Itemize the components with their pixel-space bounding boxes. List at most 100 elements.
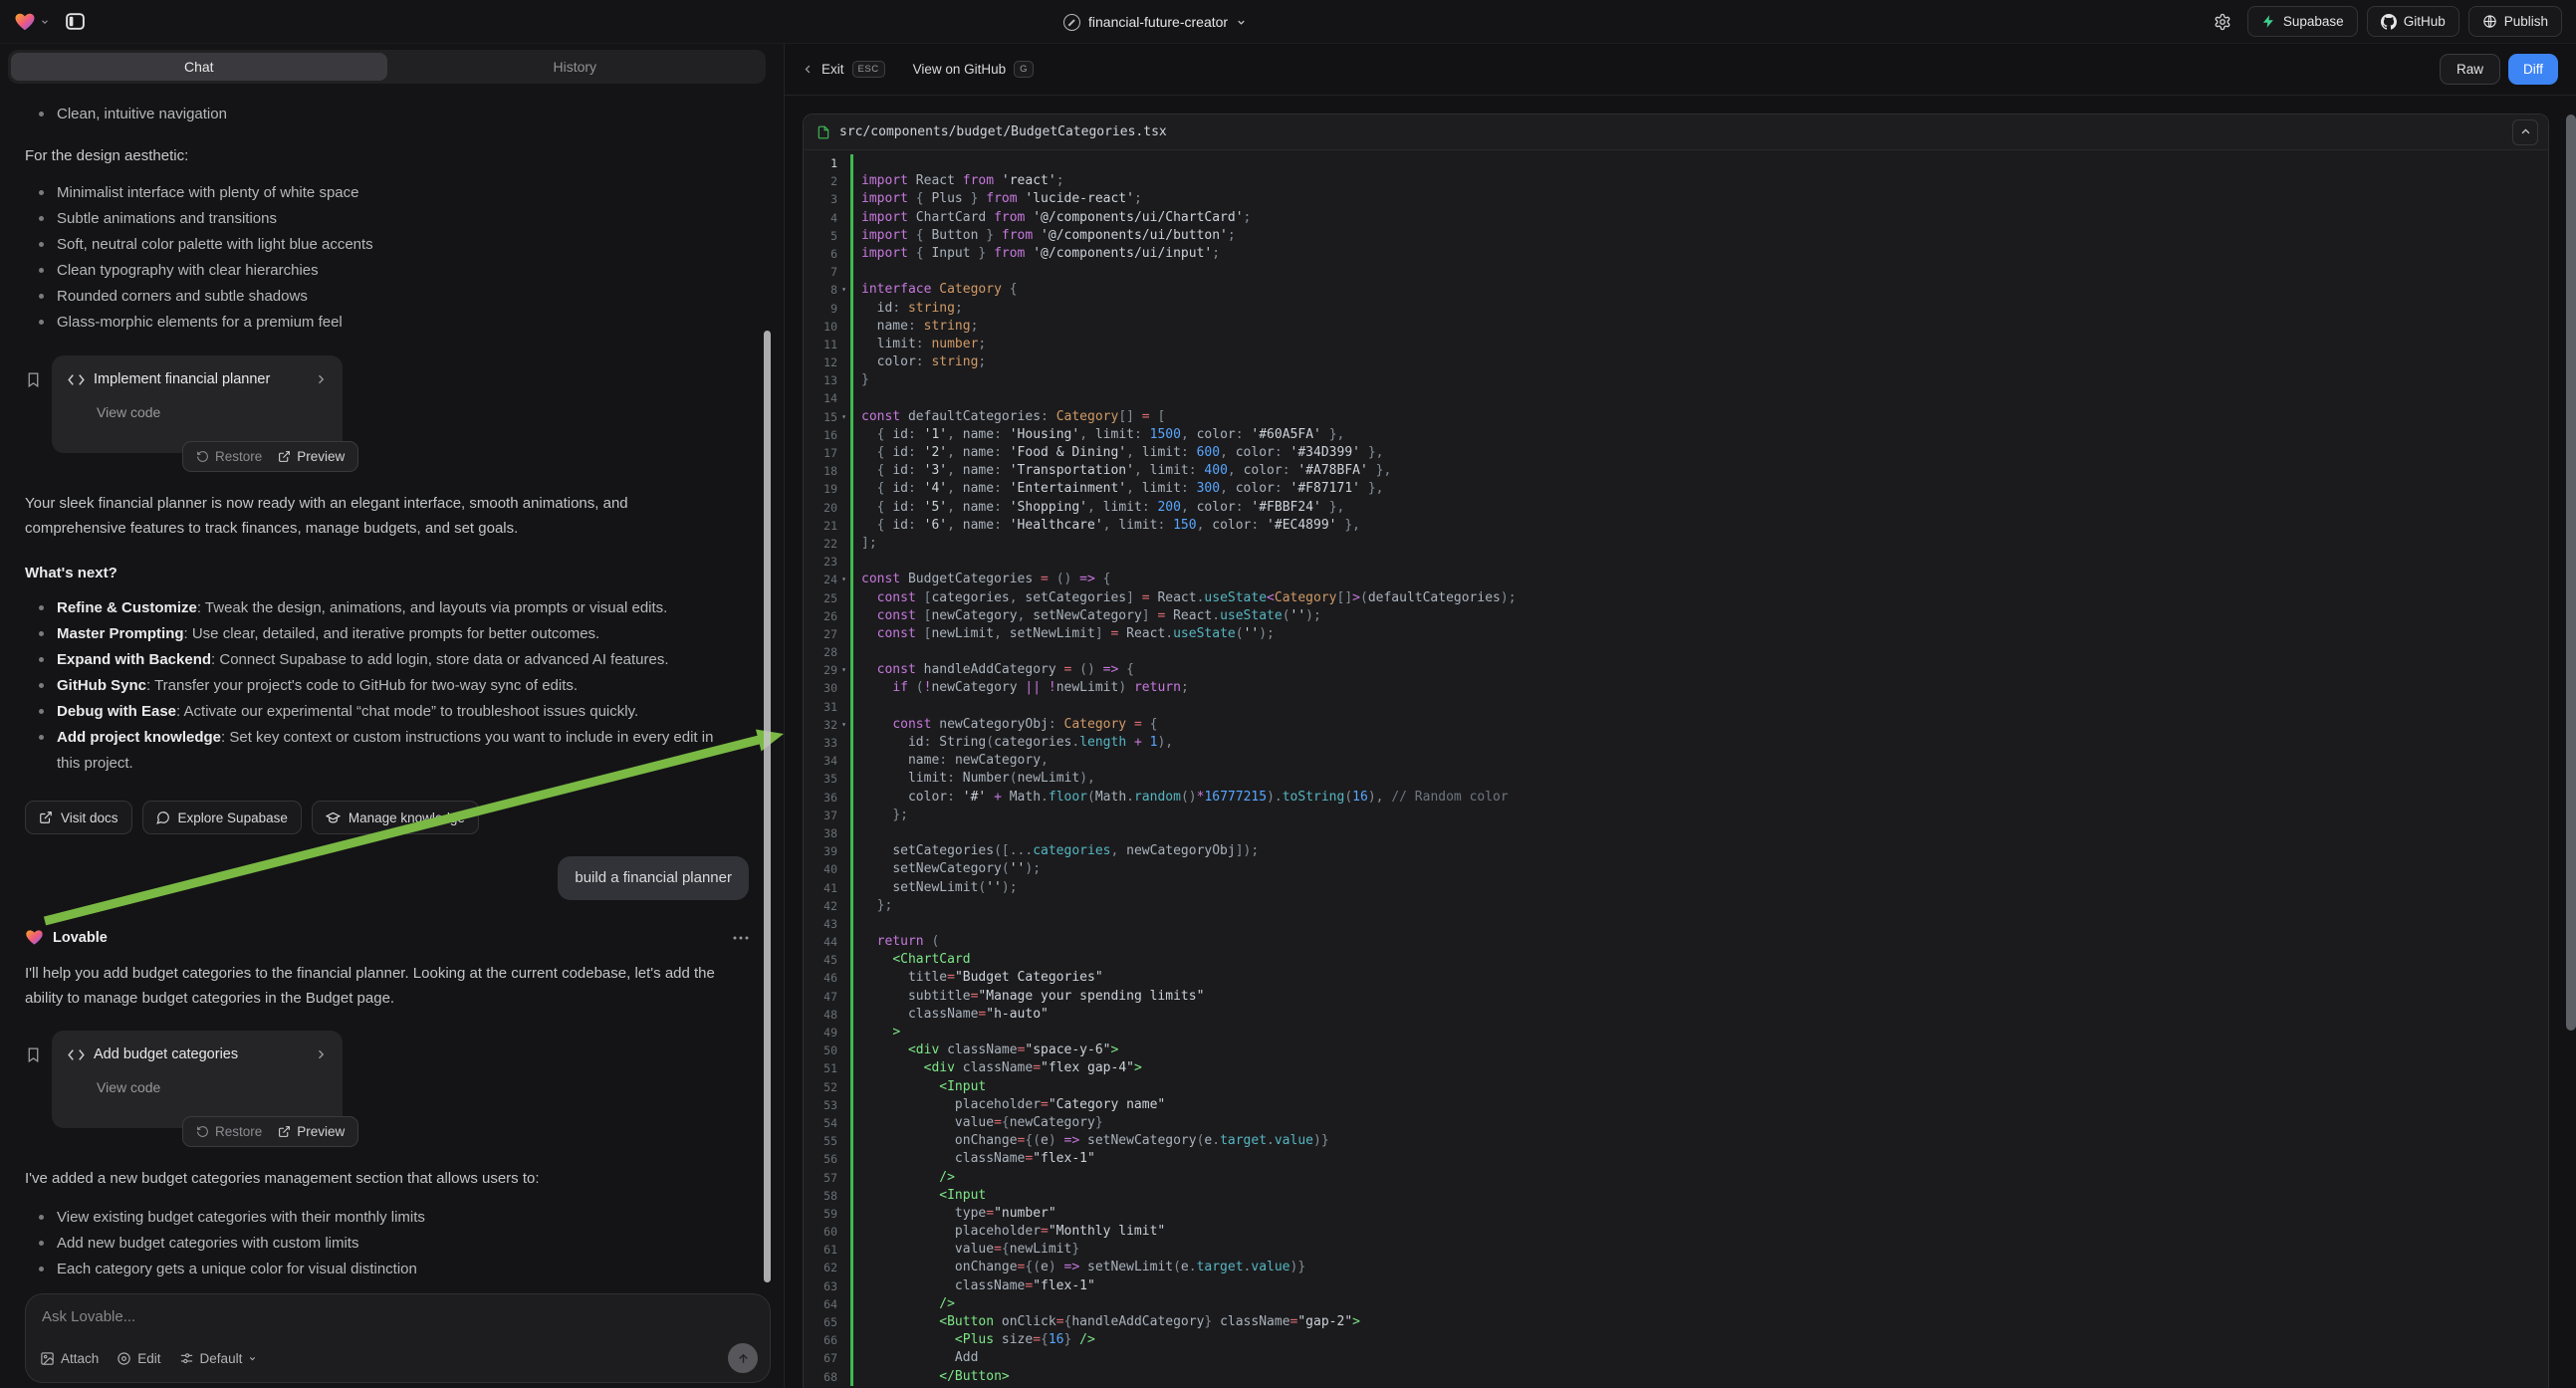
code-line: 40 setNewCategory(''); — [804, 860, 2548, 878]
fold-gutter — [837, 245, 850, 263]
fold-chevron-icon[interactable]: ▾ — [837, 661, 850, 679]
visit-docs-button[interactable]: Visit docs — [25, 801, 132, 834]
code-line: 45 <ChartCard — [804, 951, 2548, 969]
g-kbd: G — [1014, 61, 1034, 78]
fold-gutter — [837, 336, 850, 353]
version-card[interactable]: Implement financial planner View code — [52, 355, 343, 453]
chat-scrollbar[interactable] — [764, 331, 771, 1282]
chat-history-tabs: Chat History — [8, 50, 766, 84]
list-item: GitHub Sync: Transfer your project's cod… — [25, 673, 749, 699]
manage-knowledge-button[interactable]: Manage knowledge — [312, 801, 479, 834]
publish-button[interactable]: Publish — [2468, 6, 2562, 37]
bookmark-icon[interactable] — [25, 371, 42, 388]
fold-chevron-icon[interactable]: ▾ — [837, 716, 850, 734]
attach-button[interactable]: Attach — [40, 1351, 99, 1366]
chevron-down-icon — [1236, 17, 1247, 28]
file-added-icon — [817, 125, 830, 139]
topbar: financial-future-creator Supabase GitHub… — [0, 0, 2576, 44]
code-line: 67 Add — [804, 1349, 2548, 1367]
code-scrollbar[interactable] — [2566, 115, 2576, 1031]
fold-gutter — [837, 426, 850, 444]
preview-button[interactable]: Preview — [278, 449, 345, 464]
file-card-header[interactable]: src/components/budget/BudgetCategories.t… — [804, 115, 2548, 150]
view-code-link[interactable]: View code — [97, 1079, 327, 1095]
fold-chevron-icon[interactable]: ▾ — [837, 408, 850, 426]
tab-history[interactable]: History — [387, 53, 764, 81]
restore-button[interactable]: Restore — [196, 1124, 262, 1139]
code-line: 11 limit: number; — [804, 336, 2548, 353]
bookmark-icon[interactable] — [25, 1046, 42, 1063]
chevron-down-icon — [40, 17, 50, 27]
fold-gutter — [837, 643, 850, 661]
code-line: 8▾interface Category { — [804, 281, 2548, 299]
chat-scroll-area[interactable]: Clean, intuitive navigation For the desi… — [0, 90, 784, 1286]
code-line: 59 type="number" — [804, 1205, 2548, 1223]
code-line: 34 name: newCategory, — [804, 752, 2548, 770]
tab-chat[interactable]: Chat — [11, 53, 387, 81]
design-heading: For the design aesthetic: — [25, 147, 749, 164]
list-item: Glass-morphic elements for a premium fee… — [25, 310, 749, 336]
more-options-icon[interactable] — [733, 936, 749, 940]
mode-selector[interactable]: Default — [179, 1351, 258, 1366]
assistant-header: Lovable — [25, 928, 749, 947]
raw-button[interactable]: Raw — [2440, 54, 2500, 85]
preview-button[interactable]: Preview — [278, 1124, 345, 1139]
edit-button[interactable]: Edit — [117, 1351, 160, 1366]
project-name: financial-future-creator — [1088, 14, 1228, 30]
exit-button[interactable]: Exit ESC — [803, 61, 885, 78]
list-item: View existing budget categories with the… — [25, 1205, 749, 1231]
view-on-github-link[interactable]: View on GitHub G — [913, 61, 1034, 78]
fold-gutter — [837, 1241, 850, 1259]
project-switcher[interactable]: financial-future-creator — [1063, 0, 1247, 44]
assistant-message: I've added a new budget categories manag… — [25, 1166, 728, 1191]
supabase-button[interactable]: Supabase — [2247, 6, 2358, 37]
code-line: 2import React from 'react'; — [804, 172, 2548, 190]
code-line: 23 — [804, 553, 2548, 571]
view-code-link[interactable]: View code — [97, 404, 327, 420]
code-editor[interactable]: 1 2import React from 'react';3import { P… — [804, 150, 2548, 1386]
feature-bullet-list: View existing budget categories with the… — [25, 1205, 749, 1282]
chevron-down-icon — [248, 1354, 257, 1363]
fold-gutter — [837, 318, 850, 336]
code-line: 9 id: string; — [804, 300, 2548, 318]
chevron-left-icon — [803, 64, 814, 75]
fold-gutter — [837, 679, 850, 697]
code-line: 61 value={newLimit} — [804, 1241, 2548, 1259]
lovable-heart-icon — [25, 928, 44, 947]
code-line: 27 const [newLimit, setNewLimit] = React… — [804, 625, 2548, 643]
list-item: Each category gets a unique color for vi… — [25, 1257, 749, 1282]
diff-button[interactable]: Diff — [2508, 54, 2558, 85]
sidebar-toggle-button[interactable] — [60, 7, 90, 37]
graduation-cap-icon — [326, 810, 341, 825]
file-diff-card: src/components/budget/BudgetCategories.t… — [803, 114, 2549, 1388]
fold-chevron-icon[interactable]: ▾ — [837, 281, 850, 299]
code-line: 5import { Button } from '@/components/ui… — [804, 227, 2548, 245]
github-icon — [2381, 14, 2397, 30]
fold-chevron-icon[interactable]: ▾ — [837, 571, 850, 588]
version-card-block-2: Add budget categories View code Restore — [25, 1031, 749, 1148]
fold-gutter — [837, 897, 850, 915]
fold-gutter — [837, 1114, 850, 1132]
esc-kbd: ESC — [852, 61, 885, 78]
fold-gutter — [837, 1187, 850, 1205]
send-button[interactable] — [728, 1343, 758, 1373]
code-line: 52 <Input — [804, 1078, 2548, 1096]
fold-gutter — [837, 807, 850, 824]
fold-gutter — [837, 860, 850, 878]
user-message: build a financial planner — [558, 856, 749, 900]
explore-supabase-button[interactable]: Explore Supabase — [142, 801, 302, 834]
lovable-logo-menu[interactable] — [14, 11, 50, 33]
github-button[interactable]: GitHub — [2367, 6, 2459, 37]
version-card[interactable]: Add budget categories View code — [52, 1031, 343, 1128]
fold-gutter — [837, 1006, 850, 1024]
chat-input[interactable] — [42, 1308, 754, 1338]
github-label: GitHub — [2404, 14, 2446, 29]
fold-gutter — [837, 227, 850, 245]
fold-gutter — [837, 1132, 850, 1150]
chevron-up-icon — [2520, 126, 2531, 137]
collapse-button[interactable] — [2512, 119, 2538, 145]
restore-button[interactable]: Restore — [196, 449, 262, 464]
code-line: 17 { id: '2', name: 'Food & Dining', lim… — [804, 444, 2548, 462]
code-line: 42 }; — [804, 897, 2548, 915]
settings-button[interactable] — [2207, 6, 2238, 38]
